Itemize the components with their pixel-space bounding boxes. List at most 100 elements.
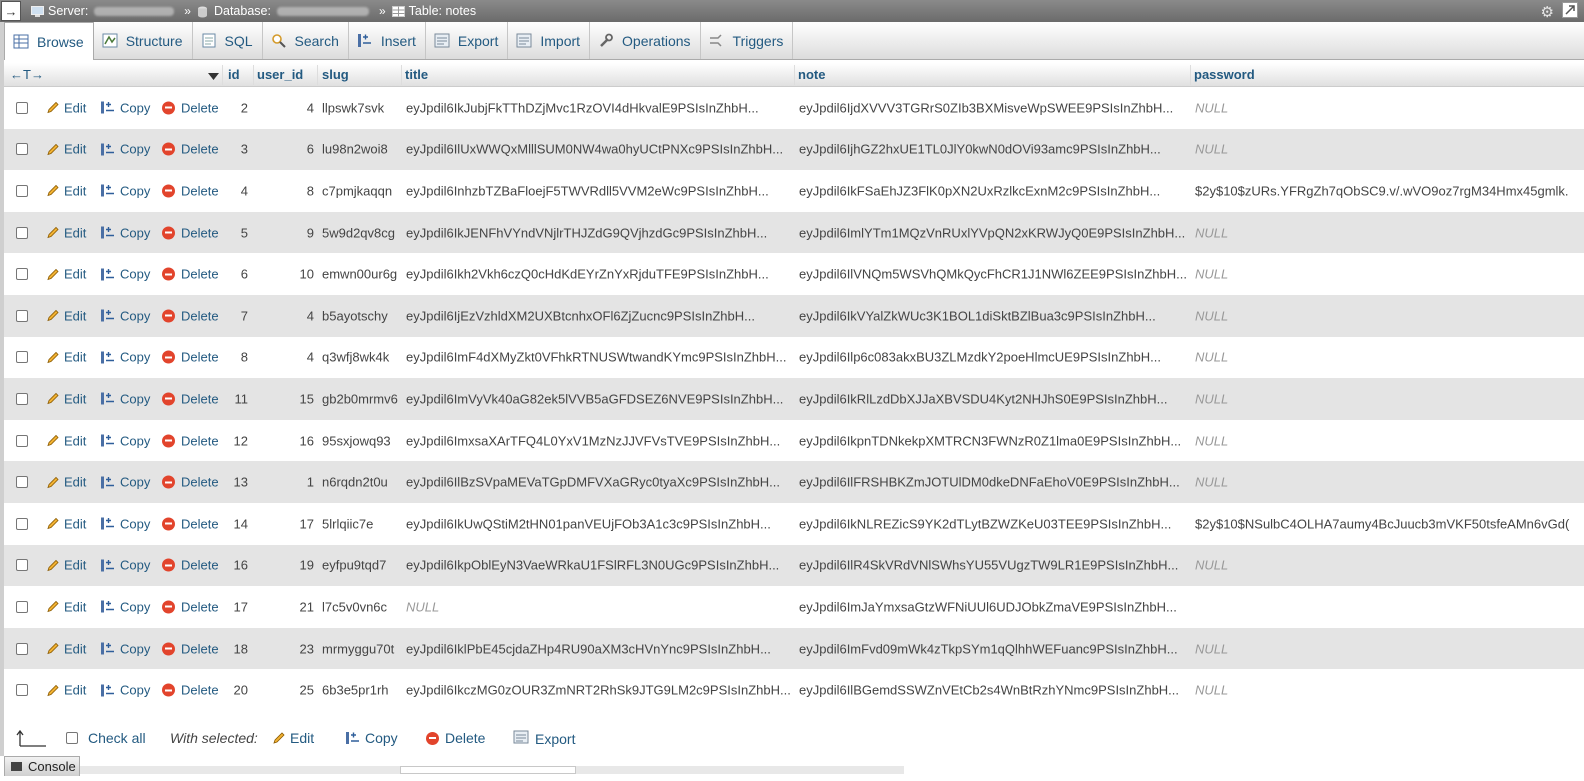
breadcrumb-server[interactable]: Server: — [31, 4, 175, 18]
table-row[interactable]: Edit Copy Delete 8 4 q3wfj8wk4k eyJpdil6ImF4dX… — [4, 336, 1584, 379]
tab-operations[interactable]: Operations — [590, 22, 701, 59]
bulk-copy-button[interactable]: Copy — [345, 730, 398, 746]
row-copy-link[interactable]: Copy — [100, 350, 150, 365]
row-copy-link[interactable]: Copy — [100, 558, 150, 573]
column-header-title[interactable]: title — [405, 67, 428, 82]
row-checkbox-wrap[interactable] — [16, 184, 28, 197]
row-edit-link[interactable]: Edit — [46, 350, 86, 365]
table-row[interactable]: Edit Copy Delete 3 6 lu98n2woi8 eyJpdil6IlUxWW… — [4, 128, 1584, 171]
row-checkbox[interactable] — [16, 184, 28, 197]
scrollbar-thumb[interactable] — [400, 766, 576, 774]
row-checkbox[interactable] — [16, 642, 28, 655]
row-checkbox[interactable] — [16, 434, 28, 447]
row-edit-link[interactable]: Edit — [46, 433, 86, 448]
row-edit-link[interactable]: Edit — [46, 100, 86, 115]
table-row[interactable]: Edit Copy Delete 5 9 5w9d2qv8cg eyJpdil6IkJENF… — [4, 211, 1584, 254]
check-all-checkbox-wrap[interactable]: Check all — [66, 730, 146, 746]
row-edit-link[interactable]: Edit — [46, 142, 86, 157]
row-copy-link[interactable]: Copy — [100, 183, 150, 198]
table-row[interactable]: Edit Copy Delete 18 23 mrmyggu70t eyJpdil6IklP… — [4, 627, 1584, 670]
tab-export[interactable]: Export — [426, 22, 509, 59]
table-row[interactable]: Edit Copy Delete 17 21 l7c5v0vn6c NULL eyJpdil6… — [4, 586, 1584, 628]
back-arrow-icon[interactable]: → — [1, 1, 21, 21]
column-header-user-id[interactable]: user_id — [257, 67, 303, 82]
table-row[interactable]: Edit Copy Delete 20 25 6b3e5pr1rh eyJpdil6Ikcz… — [4, 669, 1584, 711]
table-row[interactable]: Edit Copy Delete 2 4 llpswk7svk eyJpdil6IkJubj… — [4, 87, 1584, 129]
table-row[interactable]: Edit Copy Delete 12 16 95sxjowq93 eyJpdil6Imxs… — [4, 419, 1584, 462]
tab-import[interactable]: Import — [508, 22, 591, 59]
tab-sql[interactable]: SQL — [193, 22, 263, 59]
row-checkbox-wrap[interactable] — [16, 101, 28, 114]
row-edit-link[interactable]: Edit — [46, 683, 86, 698]
row-checkbox[interactable] — [16, 559, 28, 572]
gear-icon[interactable]: ⚙ — [1541, 3, 1554, 21]
tab-structure[interactable]: Structure — [94, 22, 193, 59]
row-copy-link[interactable]: Copy — [100, 308, 150, 323]
check-all-label[interactable]: Check all — [88, 730, 146, 746]
row-checkbox[interactable] — [16, 143, 28, 156]
row-edit-link[interactable]: Edit — [46, 183, 86, 198]
row-copy-link[interactable]: Copy — [100, 599, 150, 614]
row-checkbox[interactable] — [16, 351, 28, 364]
row-delete-link[interactable]: Delete — [162, 183, 219, 198]
row-delete-link[interactable]: Delete — [162, 308, 219, 323]
row-copy-link[interactable]: Copy — [100, 142, 150, 157]
table-row[interactable]: Edit Copy Delete 13 1 n6rqdn2t0u eyJpdil6IlBzS… — [4, 461, 1584, 503]
row-delete-link[interactable]: Delete — [162, 641, 219, 656]
row-copy-link[interactable]: Copy — [100, 225, 150, 240]
row-delete-link[interactable]: Delete — [162, 350, 219, 365]
row-delete-link[interactable]: Delete — [162, 267, 219, 282]
row-checkbox-wrap[interactable] — [16, 517, 28, 530]
row-checkbox[interactable] — [16, 600, 28, 613]
table-row[interactable]: Edit Copy Delete 16 19 eyfpu9tqd7 eyJpdil6IkpO… — [4, 544, 1584, 587]
row-copy-link[interactable]: Copy — [100, 100, 150, 115]
column-header-password[interactable]: password — [1194, 67, 1255, 82]
breadcrumb-table[interactable]: Table: notes — [391, 4, 476, 18]
row-delete-link[interactable]: Delete — [162, 475, 219, 490]
row-edit-link[interactable]: Edit — [46, 475, 86, 490]
row-edit-link[interactable]: Edit — [46, 308, 86, 323]
row-checkbox-wrap[interactable] — [16, 143, 28, 156]
row-copy-link[interactable]: Copy — [100, 475, 150, 490]
row-checkbox-wrap[interactable] — [16, 642, 28, 655]
row-checkbox-wrap[interactable] — [16, 309, 28, 322]
column-resize-arrows[interactable]: ←T→ — [10, 67, 44, 82]
tab-browse[interactable]: Browse — [4, 22, 94, 60]
tab-insert[interactable]: Insert — [349, 22, 426, 59]
row-checkbox-wrap[interactable] — [16, 434, 28, 447]
table-row[interactable]: Edit Copy Delete 14 17 5lrlqiic7e eyJpdil6IkUw… — [4, 502, 1584, 545]
breadcrumb-database[interactable]: Database: — [197, 4, 369, 18]
horizontal-scrollbar[interactable] — [80, 766, 904, 774]
row-delete-link[interactable]: Delete — [162, 433, 219, 448]
row-delete-link[interactable]: Delete — [162, 225, 219, 240]
row-checkbox-wrap[interactable] — [16, 476, 28, 489]
row-checkbox[interactable] — [16, 101, 28, 114]
row-delete-link[interactable]: Delete — [162, 683, 219, 698]
row-delete-link[interactable]: Delete — [162, 516, 219, 531]
row-checkbox[interactable] — [16, 226, 28, 239]
row-checkbox[interactable] — [16, 268, 28, 281]
row-checkbox[interactable] — [16, 309, 28, 322]
row-copy-link[interactable]: Copy — [100, 516, 150, 531]
bulk-edit-button[interactable]: Edit — [272, 730, 314, 746]
row-edit-link[interactable]: Edit — [46, 516, 86, 531]
bulk-export-button[interactable]: Export — [513, 730, 575, 747]
row-edit-link[interactable]: Edit — [46, 267, 86, 282]
row-checkbox[interactable] — [16, 476, 28, 489]
row-checkbox-wrap[interactable] — [16, 351, 28, 364]
table-row[interactable]: Edit Copy Delete 7 4 b5ayotschy eyJpdil6IjEzVz… — [4, 294, 1584, 337]
column-header-id[interactable]: id — [228, 67, 240, 82]
console-toggle[interactable]: Console — [4, 756, 80, 776]
row-checkbox-wrap[interactable] — [16, 226, 28, 239]
row-edit-link[interactable]: Edit — [46, 391, 86, 406]
row-checkbox-wrap[interactable] — [16, 684, 28, 697]
header-dropdown-icon[interactable] — [208, 69, 219, 84]
table-row[interactable]: Edit Copy Delete 6 10 emwn00ur6g eyJpdil6Ikh2V… — [4, 253, 1584, 295]
row-delete-link[interactable]: Delete — [162, 100, 219, 115]
bulk-delete-button[interactable]: Delete — [426, 730, 485, 746]
row-delete-link[interactable]: Delete — [162, 142, 219, 157]
row-copy-link[interactable]: Copy — [100, 391, 150, 406]
check-all-checkbox[interactable] — [66, 732, 78, 744]
table-row[interactable]: Edit Copy Delete 4 8 c7pmjkaqqn eyJpdil6InhzbT… — [4, 170, 1584, 212]
row-checkbox-wrap[interactable] — [16, 559, 28, 572]
